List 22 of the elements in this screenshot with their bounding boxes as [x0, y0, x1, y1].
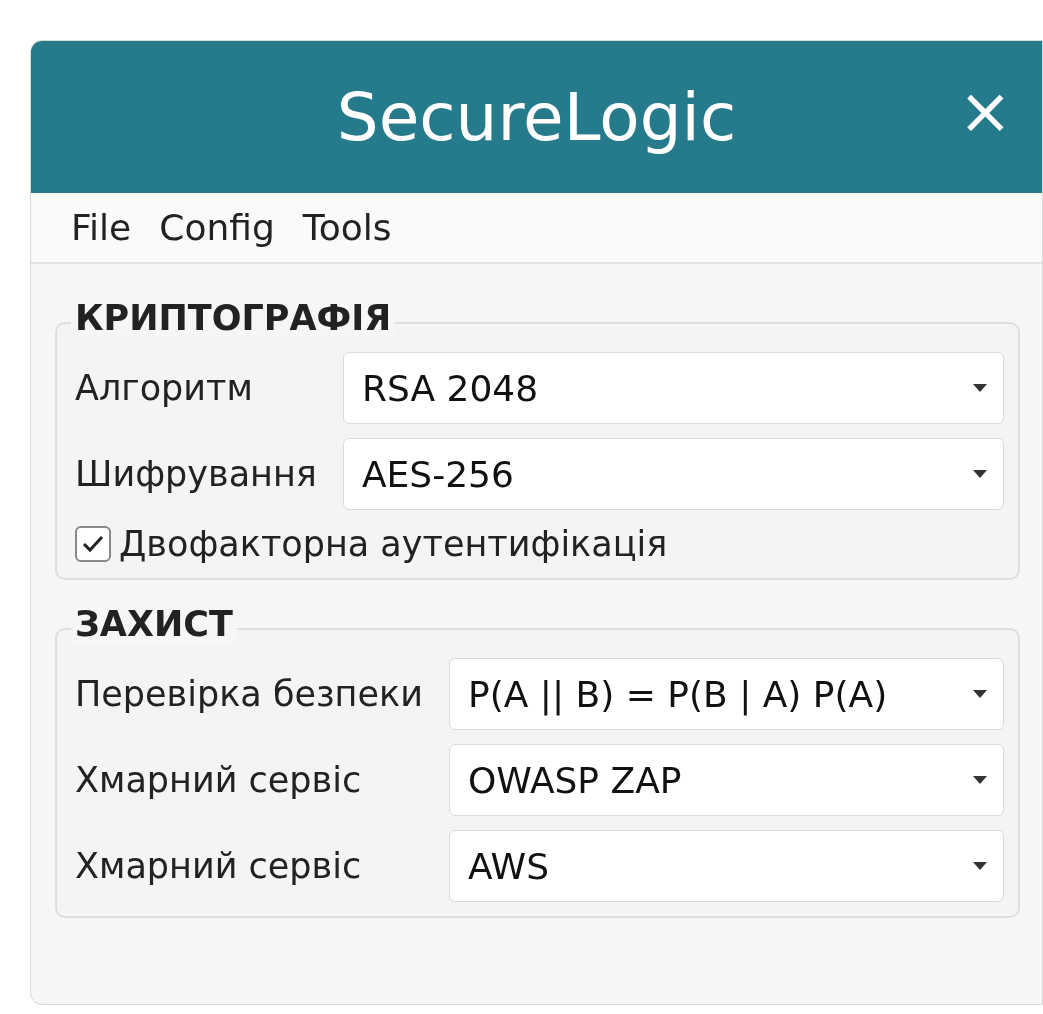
field-label: Перевірка безпеки: [75, 674, 423, 714]
close-button[interactable]: ×: [950, 79, 1020, 143]
field-label: Шифрування: [75, 454, 317, 494]
field-label: Хмарний сервіс: [75, 846, 363, 886]
menu-item[interactable]: File: [71, 207, 132, 248]
dropdown[interactable]: AWS: [448, 830, 1004, 902]
caret-icon: [973, 384, 987, 392]
caret-icon: [973, 776, 987, 784]
dropdown[interactable]: P(A || B) = P(B | A) P(A): [448, 658, 1004, 730]
field-label: Хмарний сервіс: [75, 760, 363, 800]
dropdown[interactable]: AES-256: [342, 438, 1004, 510]
checkbox-label: Двофакторна аутентифікація: [119, 524, 668, 564]
checkbox[interactable]: [75, 526, 111, 562]
window-title: SecureLogic: [336, 78, 737, 156]
dropdown[interactable]: RSA 2048: [342, 352, 1004, 424]
caret-icon: [973, 470, 987, 478]
dropdown[interactable]: OWASP ZAP: [448, 744, 1004, 816]
menu-item[interactable]: Tools: [302, 207, 392, 248]
caret-icon: [973, 862, 987, 870]
caret-icon: [973, 690, 987, 698]
menu-item[interactable]: Config: [159, 207, 275, 248]
field-label: Алгоритм: [75, 368, 254, 408]
